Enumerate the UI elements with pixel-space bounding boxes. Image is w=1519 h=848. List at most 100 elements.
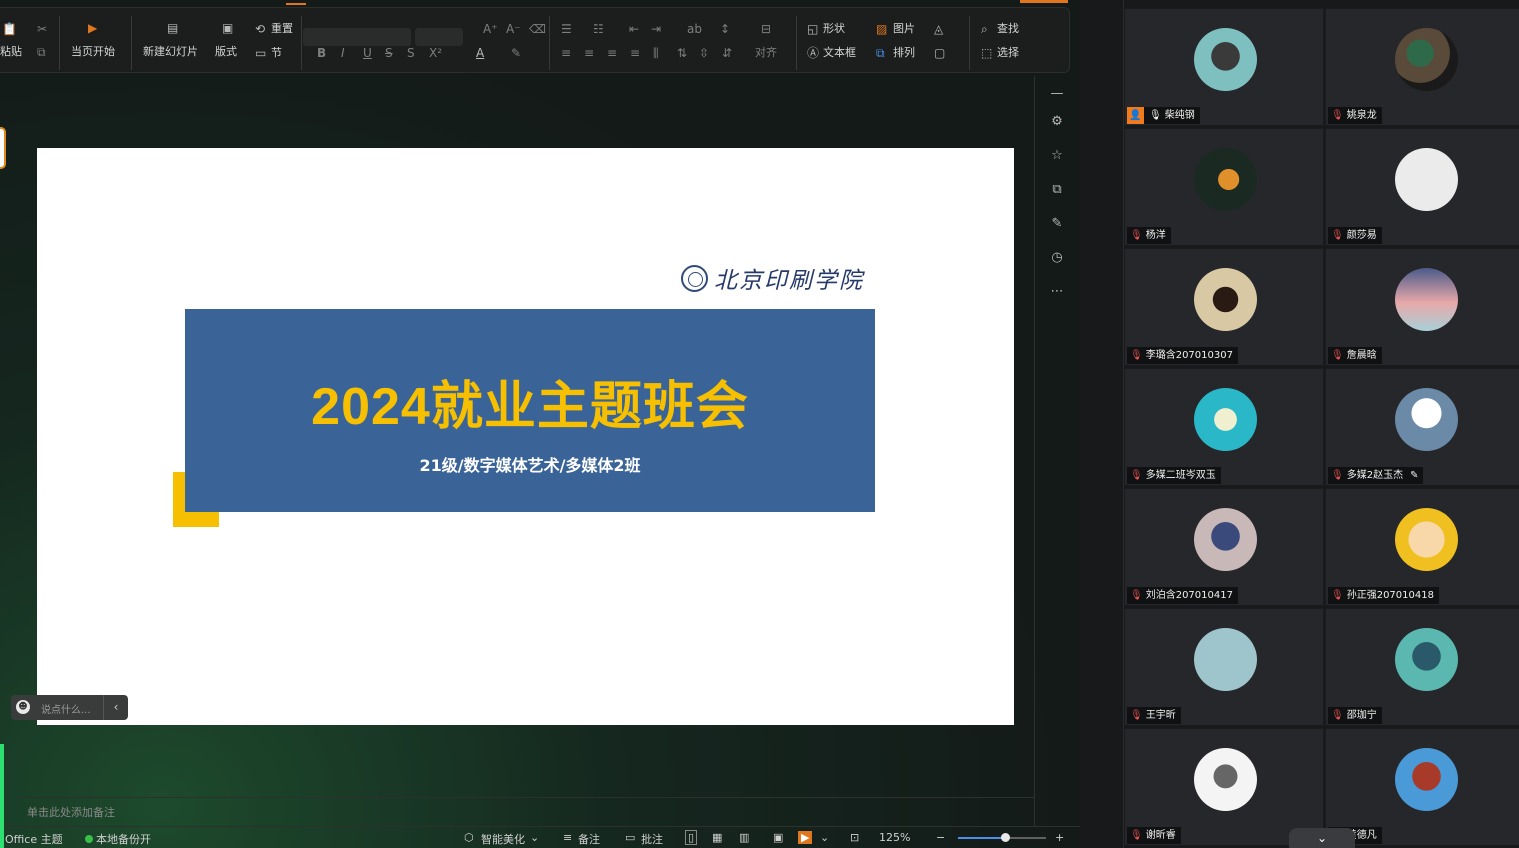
participant-tile[interactable]: 🎙 刘泊含207010417 (1124, 488, 1324, 606)
decrease-indent-icon[interactable]: ⇤ (629, 22, 639, 36)
participant-tile[interactable]: 🎙 多媒2赵玉杰 ✎ (1325, 368, 1519, 486)
notes-icon[interactable]: ≡ (563, 831, 572, 844)
participant-tile[interactable]: 🎙 姚泉龙 (1325, 8, 1519, 126)
line-spacing-icon[interactable]: ↕ (720, 22, 730, 36)
clipboard-icon[interactable]: 📋 (2, 22, 17, 36)
participant-tile[interactable]: 🎙 邵珈宁 (1325, 608, 1519, 726)
italic-button[interactable]: I (341, 46, 345, 60)
slide-subtitle[interactable]: 21级/数字媒体艺术/多媒体2班 (185, 452, 875, 476)
zoom-slider-knob[interactable] (1001, 833, 1010, 842)
text-box-fit-icon[interactable]: ⊟ (761, 22, 771, 36)
fill-icon[interactable]: ◬ (934, 22, 943, 36)
start-current-slide-button[interactable]: 当页开始 (71, 45, 115, 59)
bullet-list-icon[interactable]: ☰ (561, 22, 572, 36)
double-strike-button[interactable]: S (407, 46, 415, 60)
notes-placeholder[interactable]: 单击此处添加备注 (27, 804, 115, 820)
notes-button[interactable]: 备注 (578, 831, 600, 847)
shape-button[interactable]: 形状 (823, 22, 845, 36)
vertical-align-icon[interactable]: ⇅ (677, 46, 687, 60)
highlight-icon[interactable]: ✎ (511, 46, 521, 60)
new-slide-button[interactable]: 新建幻灯片 (143, 45, 198, 59)
participant-tile[interactable]: 🎙 李璐含207010307 (1124, 248, 1324, 366)
slideshow-play-icon[interactable]: ▶ (798, 831, 813, 844)
select-icon[interactable]: ⬚ (981, 46, 992, 60)
textbox-button[interactable]: 文本框 (823, 46, 856, 60)
distribute-icon[interactable]: ⫼ (653, 46, 659, 60)
paragraph-spacing-icon[interactable]: ⇵ (722, 46, 732, 60)
align-left-icon[interactable]: ≡ (561, 46, 571, 60)
search-icon[interactable]: ⌕ (981, 22, 988, 36)
arrange-button[interactable]: 排列 (893, 46, 915, 60)
text-direction-icon[interactable]: ab (687, 22, 702, 36)
slide-title[interactable]: 2024就业主题班会 (185, 364, 875, 439)
layout-icon[interactable]: ▣ (222, 21, 233, 35)
select-button[interactable]: 选择 (997, 46, 1019, 60)
chat-placeholder[interactable]: 说点什么... (41, 701, 91, 716)
beautify-chevron-icon[interactable]: ⌄ (530, 831, 539, 844)
participant-tile[interactable]: 🎙 杨洋 (1124, 128, 1324, 246)
zoom-slider[interactable] (958, 833, 1046, 842)
paste-button[interactable]: 粘贴 (0, 45, 22, 59)
slide-canvas[interactable]: 北京印刷学院 2024就业主题班会 21级/数字媒体艺术/多媒体2班 (37, 148, 1014, 725)
superscript-button[interactable]: X² (429, 46, 442, 60)
increase-indent-icon[interactable]: ⇥ (651, 22, 661, 36)
underline-button[interactable]: U (363, 46, 372, 60)
arrange-icon[interactable]: ⧉ (876, 46, 885, 60)
strikethrough-button[interactable]: S (385, 46, 393, 60)
section-icon[interactable]: ▭ (255, 46, 266, 60)
bold-button[interactable]: B (317, 46, 326, 60)
fit-window-icon[interactable]: ⊡ (850, 831, 859, 844)
participant-tile[interactable]: 🎙 多媒二班岑双玉 (1124, 368, 1324, 486)
image-icon[interactable]: ▨ (876, 22, 887, 36)
participant-tile[interactable]: 👤 🎙 柴纯钢 (1124, 8, 1324, 126)
layout-button[interactable]: 版式 (215, 45, 237, 59)
minimize-icon[interactable]: — (1049, 86, 1065, 101)
comment-icon[interactable]: ▭ (625, 831, 635, 844)
column-icon[interactable]: ⇳ (699, 46, 709, 60)
participant-tile[interactable]: 🎙 孙正强207010418 (1325, 488, 1519, 606)
numbered-list-icon[interactable]: ☷ (593, 22, 604, 36)
beautify-icon[interactable]: ⬡ (464, 831, 474, 844)
cut-icon[interactable]: ✂ (37, 22, 47, 36)
copy-icon[interactable]: ⧉ (37, 45, 46, 59)
clear-format-icon[interactable]: ⌫ (529, 22, 546, 36)
font-color-button[interactable]: A (476, 46, 484, 60)
find-button[interactable]: 查找 (997, 22, 1019, 36)
emoji-icon[interactable]: ☻ (16, 700, 30, 714)
reading-view-icon[interactable]: ▥ (739, 831, 749, 844)
beautify-button[interactable]: 智能美化 (481, 831, 525, 847)
expand-chevron-icon[interactable]: ⌄ (1289, 828, 1355, 848)
zoom-level[interactable]: 125% (879, 831, 910, 844)
presenter-icon[interactable]: ▣ (773, 831, 783, 844)
new-slide-icon[interactable]: ▤ (167, 21, 178, 35)
align-center-icon[interactable]: ≡ (584, 46, 594, 60)
reset-icon[interactable]: ⟲ (255, 22, 265, 36)
star-icon[interactable]: ☆ (1049, 148, 1065, 163)
font-size-select[interactable] (415, 28, 463, 46)
slideshow-chevron-icon[interactable]: ⌄ (820, 831, 829, 844)
slide-thumbnail[interactable] (0, 127, 6, 169)
increase-font-icon[interactable]: A⁺ (483, 22, 498, 36)
backup-status[interactable]: 本地备份开 (85, 831, 151, 847)
zoom-out-icon[interactable]: − (936, 831, 945, 844)
play-icon[interactable]: ▶ (88, 21, 97, 35)
participant-tile[interactable]: 🎙 詹晨晗 (1325, 248, 1519, 366)
participant-tile[interactable]: 🎙 王宇昕 (1124, 608, 1324, 726)
zoom-in-icon[interactable]: + (1055, 831, 1064, 844)
comments-button[interactable]: 批注 (641, 831, 663, 847)
section-button[interactable]: 节 (271, 46, 282, 60)
textbox-icon[interactable]: Ⓐ (807, 46, 819, 60)
rename-pencil-icon[interactable]: ✎ (1410, 467, 1418, 484)
justify-icon[interactable]: ≡ (630, 46, 640, 60)
more-icon[interactable]: ⋯ (1049, 284, 1065, 299)
collapse-chevron-icon[interactable]: ‹ (103, 695, 128, 720)
normal-view-icon[interactable]: ▯ (685, 830, 698, 845)
settings-sliders-icon[interactable]: ⚙ (1049, 114, 1065, 129)
image-button[interactable]: 图片 (893, 22, 915, 36)
reset-button[interactable]: 重置 (271, 22, 293, 36)
grid-view-icon[interactable]: ▦ (712, 831, 722, 844)
font-family-select[interactable] (303, 28, 411, 46)
participant-tile[interactable]: 🎙黄德凡 (1325, 728, 1519, 846)
edit-icon[interactable]: ✎ (1049, 216, 1065, 231)
chat-input-bar[interactable]: ☻ 说点什么... ‹ (11, 695, 128, 720)
